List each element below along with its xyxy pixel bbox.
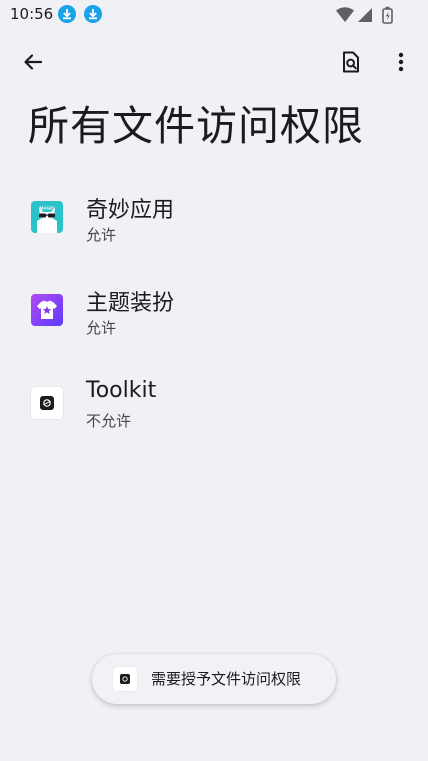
download-icon <box>84 5 102 23</box>
back-button[interactable] <box>13 42 53 82</box>
document-search-button[interactable] <box>331 42 371 82</box>
app-name: 奇妙应用 <box>86 198 175 223</box>
wifi-icon <box>336 7 354 22</box>
arrow-back-icon <box>24 54 43 70</box>
theme-tshirt-icon <box>31 294 63 326</box>
document-search-icon <box>343 51 359 73</box>
app-permission-status: 不允许 <box>86 412 132 430</box>
magic-app-icon: MAGIC <box>31 201 63 233</box>
more-options-button[interactable] <box>381 42 421 82</box>
download-icon <box>58 5 76 23</box>
toast-message: 需要授予文件访问权限 <box>151 670 302 688</box>
app-name: Toolkit <box>86 378 157 403</box>
toolkit-icon <box>31 387 63 419</box>
app-permission-status: 允许 <box>86 319 117 337</box>
battery-charging-icon <box>382 6 393 24</box>
app-row-theme[interactable]: 主题装扮 允许 <box>0 273 428 366</box>
app-row-magic[interactable]: MAGIC 奇妙应用 允许 <box>0 180 428 273</box>
svg-text:MAGIC: MAGIC <box>40 206 56 211</box>
more-vert-icon <box>398 52 404 72</box>
status-time: 10:56 <box>10 5 54 23</box>
app-permission-status: 允许 <box>86 226 117 244</box>
page-title: 所有文件访问权限 <box>28 102 364 150</box>
app-row-toolkit[interactable]: Toolkit 不允许 <box>0 366 428 459</box>
app-bar <box>0 40 428 86</box>
cell-signal-icon <box>358 8 372 22</box>
app-list: MAGIC 奇妙应用 允许 主题装扮 允许 Toolkit 不允许 <box>0 180 428 459</box>
app-name: 主题装扮 <box>86 291 175 316</box>
status-bar: 10:56 <box>0 0 428 30</box>
system-icons <box>336 6 398 24</box>
permission-toast: 需要授予文件访问权限 <box>92 654 336 704</box>
toolkit-icon <box>113 667 137 691</box>
